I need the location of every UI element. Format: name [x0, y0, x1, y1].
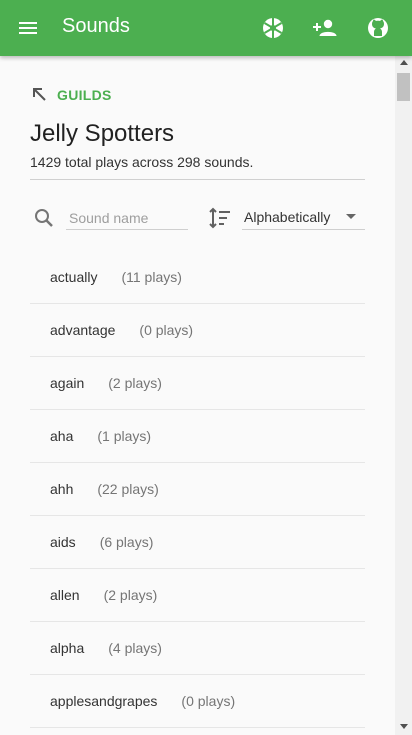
- sound-play-count: (1 plays): [97, 428, 152, 444]
- scroll-down-arrow-icon[interactable]: [400, 724, 408, 729]
- frogger-icon[interactable]: [258, 13, 288, 43]
- sound-item[interactable]: advantage (0 plays): [30, 304, 365, 357]
- sort-order-select[interactable]: Alphabetically: [242, 204, 365, 230]
- sound-name: advantage: [50, 322, 116, 338]
- sound-item[interactable]: applesandgrapes (0 plays): [30, 675, 365, 728]
- sound-item[interactable]: actually (11 plays): [30, 251, 365, 304]
- sound-play-count: (4 plays): [108, 640, 162, 656]
- back-to-guilds-link[interactable]: GUILDS: [30, 84, 112, 106]
- app-title: Sounds: [62, 15, 130, 37]
- sound-item[interactable]: alpha (4 plays): [30, 622, 365, 675]
- sound-item[interactable]: again (2 plays): [30, 357, 365, 410]
- sound-name: again: [50, 375, 85, 391]
- sound-name: ahh: [50, 481, 74, 497]
- sound-play-count: (2 plays): [108, 375, 162, 391]
- sound-item[interactable]: allen (2 plays): [30, 569, 365, 622]
- guild-summary: 1429 total plays across 298 sounds.: [30, 154, 254, 170]
- sound-item[interactable]: aids (6 plays): [30, 516, 365, 569]
- sound-item[interactable]: ahh (22 plays): [30, 463, 365, 516]
- app-bar: Sounds: [0, 0, 412, 56]
- sort-icon[interactable]: [208, 206, 232, 230]
- back-link-label: GUILDS: [57, 87, 112, 103]
- sound-play-count: (22 plays): [97, 481, 159, 497]
- sound-play-count: (2 plays): [103, 587, 158, 603]
- scrollbar-thumb[interactable]: [397, 73, 410, 101]
- add-user-icon[interactable]: [310, 13, 340, 43]
- sound-play-count: (0 plays): [181, 693, 236, 709]
- sound-name: aha: [50, 428, 74, 444]
- sound-name: aids: [50, 534, 76, 550]
- sound-name: actually: [50, 269, 98, 285]
- github-icon[interactable]: [363, 13, 393, 43]
- sound-play-count: (6 plays): [99, 534, 154, 550]
- sound-name: allen: [50, 587, 80, 603]
- search-icon: [35, 209, 53, 227]
- menu-icon[interactable]: [14, 14, 42, 42]
- sort-order-value: Alphabetically: [244, 209, 331, 225]
- scroll-up-arrow-icon[interactable]: [400, 60, 408, 65]
- scrollbar[interactable]: [395, 56, 412, 735]
- divider: [30, 179, 365, 180]
- guild-name: Jelly Spotters: [30, 120, 175, 147]
- sound-name: applesandgrapes: [50, 693, 158, 709]
- arrow-up-left-icon: [33, 88, 46, 101]
- sound-name: alpha: [50, 640, 85, 656]
- dropdown-arrow-icon: [346, 214, 356, 219]
- sound-item[interactable]: aha (1 plays): [30, 410, 365, 463]
- sound-search-input[interactable]: [66, 206, 188, 230]
- sound-list: actually (11 plays) advantage (0 plays) ag…: [30, 251, 365, 728]
- sound-play-count: (0 plays): [139, 322, 194, 338]
- sound-play-count: (11 plays): [121, 269, 182, 285]
